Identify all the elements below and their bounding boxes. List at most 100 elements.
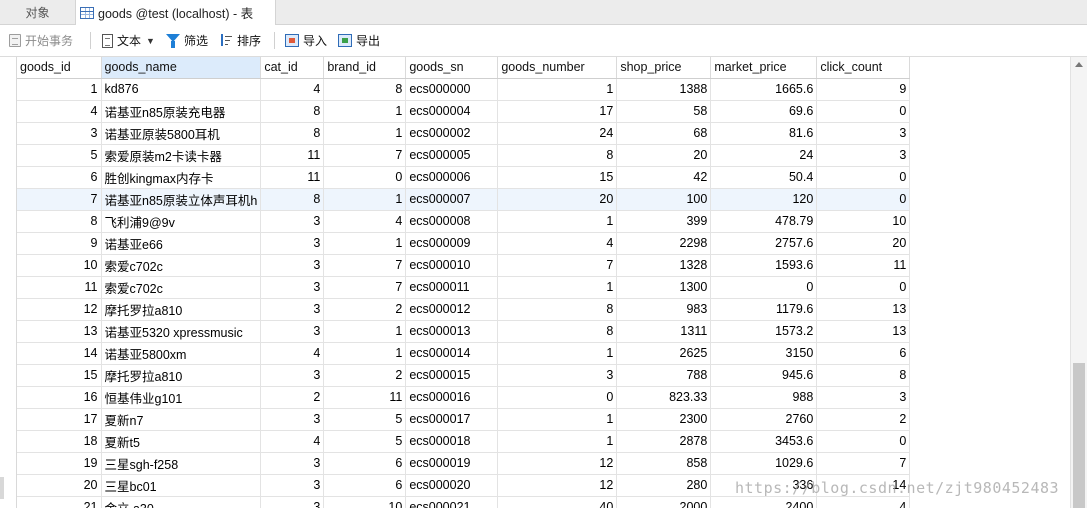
cell-goods-sn[interactable]: ecs000018 bbox=[405, 430, 499, 453]
cell-cat-id[interactable]: 3 bbox=[260, 452, 325, 475]
cell-goods-sn[interactable]: ecs000015 bbox=[405, 364, 499, 387]
cell-goods-sn[interactable]: ecs000000 bbox=[405, 78, 499, 101]
cell-goods-id[interactable]: 9 bbox=[17, 232, 102, 255]
cell-goods-sn[interactable]: ecs000017 bbox=[405, 408, 499, 431]
cell-brand-id[interactable]: 5 bbox=[323, 408, 407, 431]
cell-goods-name[interactable]: 胜创kingmax内存卡 bbox=[101, 166, 262, 189]
row-selector-gutter[interactable] bbox=[0, 57, 17, 508]
cell-click-count[interactable]: 2 bbox=[816, 408, 911, 431]
cell-goods-id[interactable]: 6 bbox=[17, 166, 102, 189]
cell-goods-id[interactable]: 3 bbox=[17, 122, 102, 145]
cell-cat-id[interactable]: 3 bbox=[260, 364, 325, 387]
column-header-goods-number[interactable]: goods_number bbox=[497, 57, 618, 79]
cell-click-count[interactable]: 10 bbox=[816, 210, 911, 233]
cell-click-count[interactable]: 9 bbox=[816, 78, 911, 101]
cell-brand-id[interactable]: 11 bbox=[323, 386, 407, 409]
cell-goods-id[interactable]: 12 bbox=[17, 298, 102, 321]
cell-goods-id[interactable]: 13 bbox=[17, 320, 102, 343]
cell-market-price[interactable]: 478.79 bbox=[710, 210, 818, 233]
table-row[interactable]: 10 索爱c702c 3 7 ecs000010 7 1328 1593.6 11 bbox=[17, 254, 911, 277]
column-header-goods-name[interactable]: goods_name bbox=[101, 57, 262, 79]
cell-brand-id[interactable]: 7 bbox=[323, 144, 407, 167]
cell-goods-name[interactable]: 诺基亚n85原装充电器 bbox=[101, 100, 262, 123]
column-header-shop-price[interactable]: shop_price bbox=[616, 57, 712, 79]
table-row[interactable]: 6 胜创kingmax内存卡 11 0 ecs000006 15 42 50.4 0 bbox=[17, 166, 911, 189]
cell-shop-price[interactable]: 58 bbox=[616, 100, 712, 123]
cell-cat-id[interactable]: 3 bbox=[260, 210, 325, 233]
cell-shop-price[interactable]: 280 bbox=[616, 474, 712, 497]
cell-brand-id[interactable]: 7 bbox=[323, 254, 407, 277]
cell-cat-id[interactable]: 11 bbox=[260, 166, 325, 189]
cell-market-price[interactable]: 3150 bbox=[710, 342, 818, 365]
table-row[interactable]: 14 诺基亚5800xm 4 1 ecs000014 1 2625 3150 6 bbox=[17, 342, 911, 365]
cell-goods-id[interactable]: 10 bbox=[17, 254, 102, 277]
cell-cat-id[interactable]: 4 bbox=[260, 78, 325, 101]
scroll-up-icon[interactable] bbox=[1075, 62, 1083, 67]
sort-button[interactable]: 排序 bbox=[219, 25, 261, 56]
cell-goods-sn[interactable]: ecs000011 bbox=[405, 276, 499, 299]
cell-cat-id[interactable]: 3 bbox=[260, 474, 325, 497]
cell-click-count[interactable]: 0 bbox=[816, 166, 911, 189]
cell-click-count[interactable]: 3 bbox=[816, 144, 911, 167]
cell-shop-price[interactable]: 788 bbox=[616, 364, 712, 387]
cell-goods-id[interactable]: 18 bbox=[17, 430, 102, 453]
cell-goods-number[interactable]: 24 bbox=[497, 122, 618, 145]
cell-cat-id[interactable]: 3 bbox=[260, 320, 325, 343]
cell-shop-price[interactable]: 2000 bbox=[616, 496, 712, 508]
cell-market-price[interactable]: 0 bbox=[710, 276, 818, 299]
table-row[interactable]: 13 诺基亚5320 xpressmusic 3 1 ecs000013 8 1311 157… bbox=[17, 320, 911, 343]
cell-brand-id[interactable]: 5 bbox=[323, 430, 407, 453]
cell-cat-id[interactable]: 3 bbox=[260, 496, 325, 508]
cell-click-count[interactable]: 13 bbox=[816, 320, 911, 343]
table-row[interactable]: 19 三星sgh-f258 3 6 ecs000019 12 858 1029.6 7 bbox=[17, 452, 911, 475]
cell-goods-number[interactable]: 1 bbox=[497, 430, 618, 453]
cell-goods-sn[interactable]: ecs000007 bbox=[405, 188, 499, 211]
cell-goods-name[interactable]: 飞利浦9@9v bbox=[101, 210, 262, 233]
cell-goods-sn[interactable]: ecs000008 bbox=[405, 210, 499, 233]
table-row[interactable]: 1 kd876 4 8 ecs000000 1 1388 1665.6 9 bbox=[17, 78, 911, 101]
column-header-cat-id[interactable]: cat_id bbox=[260, 57, 325, 79]
filter-button[interactable]: 筛选 bbox=[166, 25, 208, 56]
cell-shop-price[interactable]: 100 bbox=[616, 188, 712, 211]
cell-brand-id[interactable]: 7 bbox=[323, 276, 407, 299]
cell-goods-sn[interactable]: ecs000013 bbox=[405, 320, 499, 343]
cell-click-count[interactable]: 0 bbox=[816, 100, 911, 123]
cell-brand-id[interactable]: 1 bbox=[323, 100, 407, 123]
cell-shop-price[interactable]: 2298 bbox=[616, 232, 712, 255]
cell-brand-id[interactable]: 1 bbox=[323, 232, 407, 255]
cell-brand-id[interactable]: 1 bbox=[323, 188, 407, 211]
cell-brand-id[interactable]: 10 bbox=[323, 496, 407, 508]
table-row[interactable]: 12 摩托罗拉a810 3 2 ecs000012 8 983 1179.6 13 bbox=[17, 298, 911, 321]
cell-market-price[interactable]: 1593.6 bbox=[710, 254, 818, 277]
table-row[interactable]: 5 索爱原装m2卡读卡器 11 7 ecs000005 8 20 24 3 bbox=[17, 144, 911, 167]
table-row[interactable]: 9 诺基亚e66 3 1 ecs000009 4 2298 2757.6 20 bbox=[17, 232, 911, 255]
table-row[interactable]: 16 恒基伟业g101 2 11 ecs000016 0 823.33 988 3 bbox=[17, 386, 911, 409]
cell-goods-id[interactable]: 17 bbox=[17, 408, 102, 431]
cell-market-price[interactable]: 1029.6 bbox=[710, 452, 818, 475]
cell-market-price[interactable]: 988 bbox=[710, 386, 818, 409]
cell-goods-id[interactable]: 15 bbox=[17, 364, 102, 387]
cell-market-price[interactable]: 1665.6 bbox=[710, 78, 818, 101]
cell-click-count[interactable]: 0 bbox=[816, 188, 911, 211]
cell-goods-name[interactable]: 诺基亚原装5800耳机 bbox=[101, 122, 262, 145]
cell-shop-price[interactable]: 399 bbox=[616, 210, 712, 233]
cell-brand-id[interactable]: 6 bbox=[323, 474, 407, 497]
table-row[interactable]: 11 索爱c702c 3 7 ecs000011 1 1300 0 0 bbox=[17, 276, 911, 299]
cell-goods-sn[interactable]: ecs000009 bbox=[405, 232, 499, 255]
cell-goods-name[interactable]: 金立 a30 bbox=[101, 496, 262, 508]
cell-goods-sn[interactable]: ecs000016 bbox=[405, 386, 499, 409]
table-row[interactable]: 21金立 a30310ecs00002140200024004 bbox=[17, 496, 911, 508]
cell-shop-price[interactable]: 20 bbox=[616, 144, 712, 167]
table-row[interactable]: 17 夏新n7 3 5 ecs000017 1 2300 2760 2 bbox=[17, 408, 911, 431]
cell-goods-sn[interactable]: ecs000002 bbox=[405, 122, 499, 145]
cell-click-count[interactable]: 8 bbox=[816, 364, 911, 387]
cell-goods-number[interactable]: 8 bbox=[497, 320, 618, 343]
cell-goods-id[interactable]: 16 bbox=[17, 386, 102, 409]
cell-click-count[interactable]: 11 bbox=[816, 254, 911, 277]
cell-goods-name[interactable]: 诺基亚5320 xpressmusic bbox=[101, 320, 262, 343]
cell-goods-id[interactable]: 7 bbox=[17, 188, 102, 211]
cell-market-price[interactable]: 120 bbox=[710, 188, 818, 211]
cell-cat-id[interactable]: 8 bbox=[260, 188, 325, 211]
cell-goods-sn[interactable]: ecs000021 bbox=[405, 496, 499, 508]
import-button[interactable]: 导入 bbox=[285, 25, 327, 56]
